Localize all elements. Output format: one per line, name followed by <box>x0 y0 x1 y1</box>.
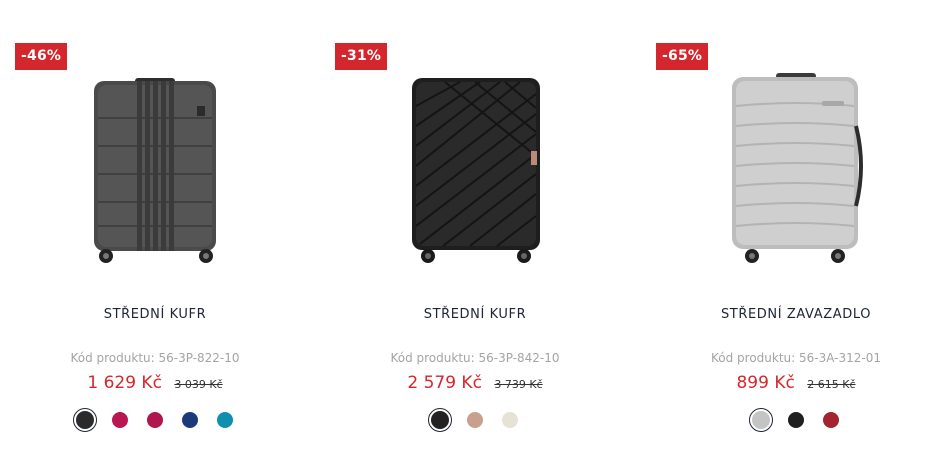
product-code: Kód produktu: 56-3P-842-10 <box>390 351 560 365</box>
old-price: 2 615 Kč <box>807 378 856 391</box>
black-suitcase-icon <box>412 78 540 263</box>
color-swatch[interactable] <box>498 408 522 432</box>
color-swatches <box>5 408 305 432</box>
current-price: 899 Kč <box>736 373 795 393</box>
grey-suitcase-icon <box>94 78 216 263</box>
product-title[interactable]: STŘEDNÍ KUFR <box>5 307 305 322</box>
color-swatch-selected[interactable] <box>428 408 452 432</box>
old-price: 3 739 Kč <box>494 378 543 391</box>
color-swatch[interactable] <box>213 408 237 432</box>
product-code: Kód produktu: 56-3A-312-01 <box>710 351 882 365</box>
price-row: 2 579 Kč 3 739 Kč <box>325 373 625 393</box>
color-swatch[interactable] <box>463 408 487 432</box>
price-row: 1 629 Kč 3 039 Kč <box>5 373 305 393</box>
color-swatch[interactable] <box>108 408 132 432</box>
product-card[interactable]: -31% STŘEDNÍ KUFR Kód produktu: 56-3P-84… <box>325 0 625 472</box>
current-price: 1 629 Kč <box>87 373 162 393</box>
product-card[interactable]: -46% STŘEDNÍ KUFR Kód produktu: 56-3P-82… <box>5 0 305 472</box>
current-price: 2 579 Kč <box>407 373 482 393</box>
silver-suitcase-icon <box>732 73 863 263</box>
color-swatch[interactable] <box>819 408 843 432</box>
product-image[interactable] <box>646 66 925 271</box>
color-swatch-selected[interactable] <box>749 408 773 432</box>
product-image[interactable] <box>325 66 625 271</box>
product-title[interactable]: STŘEDNÍ KUFR <box>325 307 625 322</box>
product-title[interactable]: STŘEDNÍ ZAVAZADLO <box>646 307 925 322</box>
color-swatch[interactable] <box>784 408 808 432</box>
old-price: 3 039 Kč <box>174 378 223 391</box>
color-swatch-selected[interactable] <box>73 408 97 432</box>
color-swatch[interactable] <box>178 408 202 432</box>
price-row: 899 Kč 2 615 Kč <box>646 373 925 393</box>
color-swatches <box>325 408 625 432</box>
color-swatch[interactable] <box>143 408 167 432</box>
product-card[interactable]: -65% STŘEDNÍ ZAVAZADLO Kód produktu: 56-… <box>646 0 925 472</box>
product-code: Kód produktu: 56-3P-822-10 <box>70 351 240 365</box>
color-swatches <box>646 408 925 432</box>
product-image[interactable] <box>5 66 305 271</box>
